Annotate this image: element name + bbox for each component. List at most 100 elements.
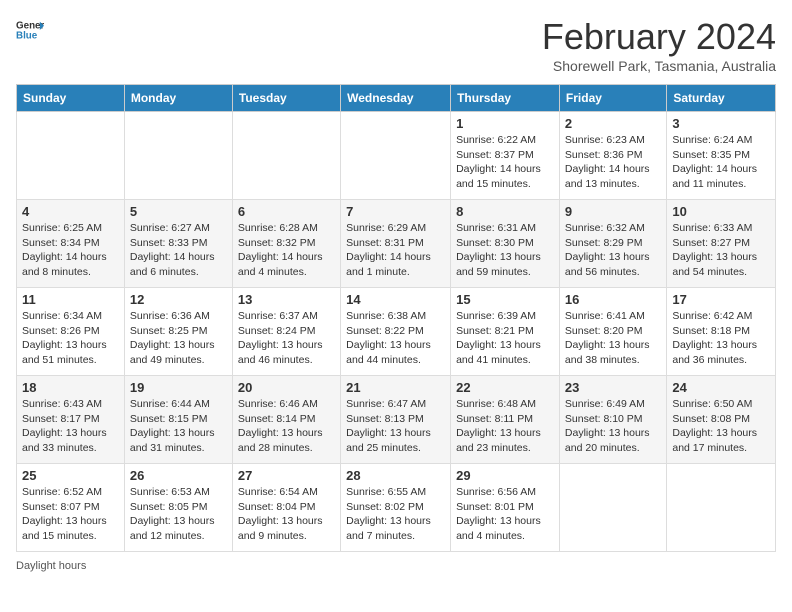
day-info: Sunrise: 6:52 AMSunset: 8:07 PMDaylight:… bbox=[22, 486, 107, 542]
calendar-day-cell bbox=[341, 112, 451, 200]
day-number: 16 bbox=[565, 292, 661, 307]
logo: General Blue bbox=[16, 16, 44, 44]
day-number: 4 bbox=[22, 204, 119, 219]
calendar-day-cell bbox=[17, 112, 125, 200]
day-number: 23 bbox=[565, 380, 661, 395]
logo-icon: General Blue bbox=[16, 16, 44, 44]
calendar-day-cell: 1 Sunrise: 6:22 AMSunset: 8:37 PMDaylight… bbox=[451, 112, 560, 200]
day-info: Sunrise: 6:54 AMSunset: 8:04 PMDaylight:… bbox=[238, 486, 323, 542]
calendar-day-cell: 17Sunrise: 6:42 AMSunset: 8:18 PMDayligh… bbox=[667, 288, 776, 376]
calendar-day-cell: 21 Sunrise: 6:47 AMSunset: 8:13 PMDayligh… bbox=[341, 376, 451, 464]
day-header-row: SundayMondayTuesdayWednesdayThursdayFrid… bbox=[17, 85, 776, 112]
day-info: Sunrise: 6:27 AMSunset: 8:33 PMDaylight:… bbox=[130, 222, 215, 278]
day-number: 1 bbox=[456, 116, 554, 131]
title-block: February 2024 Shorewell Park, Tasmania, … bbox=[542, 16, 776, 74]
calendar-day-cell bbox=[124, 112, 232, 200]
calendar-day-cell: 23 Sunrise: 6:49 AMSunset: 8:10 PMDayligh… bbox=[559, 376, 666, 464]
day-number: 12 bbox=[130, 292, 227, 307]
day-info: Sunrise: 6:53 AMSunset: 8:05 PMDaylight:… bbox=[130, 486, 215, 542]
month-title: February 2024 bbox=[542, 16, 776, 58]
calendar-day-cell: 8Sunrise: 6:31 AMSunset: 8:30 PMDaylight… bbox=[451, 200, 560, 288]
day-number: 25 bbox=[22, 468, 119, 483]
day-info: Sunrise: 6:29 AMSunset: 8:31 PMDaylight:… bbox=[346, 222, 431, 278]
day-info: Sunrise: 6:22 AMSunset: 8:37 PMDaylight:… bbox=[456, 134, 541, 190]
day-of-week-header: Sunday bbox=[17, 85, 125, 112]
calendar-day-cell: 28Sunrise: 6:55 AMSunset: 8:02 PMDayligh… bbox=[341, 464, 451, 552]
day-number: 19 bbox=[130, 380, 227, 395]
calendar-day-cell: 18 Sunrise: 6:43 AMSunset: 8:17 PMDayligh… bbox=[17, 376, 125, 464]
calendar-day-cell: 3Sunrise: 6:24 AMSunset: 8:35 PMDaylight… bbox=[667, 112, 776, 200]
calendar-week-row: 11 Sunrise: 6:34 AMSunset: 8:26 PMDayligh… bbox=[17, 288, 776, 376]
calendar-week-row: 18 Sunrise: 6:43 AMSunset: 8:17 PMDayligh… bbox=[17, 376, 776, 464]
calendar-day-cell: 14 Sunrise: 6:38 AMSunset: 8:22 PMDayligh… bbox=[341, 288, 451, 376]
day-info: Sunrise: 6:34 AMSunset: 8:26 PMDaylight:… bbox=[22, 310, 107, 366]
calendar-day-cell: 13 Sunrise: 6:37 AMSunset: 8:24 PMDayligh… bbox=[232, 288, 340, 376]
day-of-week-header: Wednesday bbox=[341, 85, 451, 112]
page-header: General Blue February 2024 Shorewell Par… bbox=[16, 16, 776, 74]
legend: Daylight hours bbox=[16, 560, 776, 572]
day-number: 3 bbox=[672, 116, 770, 131]
daylight-hours-label: Daylight hours bbox=[16, 560, 86, 572]
calendar-day-cell: 16 Sunrise: 6:41 AMSunset: 8:20 PMDayligh… bbox=[559, 288, 666, 376]
calendar-day-cell: 25 Sunrise: 6:52 AMSunset: 8:07 PMDayligh… bbox=[17, 464, 125, 552]
day-info: Sunrise: 6:41 AMSunset: 8:20 PMDaylight:… bbox=[565, 310, 650, 366]
day-info: Sunrise: 6:46 AMSunset: 8:14 PMDaylight:… bbox=[238, 398, 323, 454]
calendar-day-cell: 4 Sunrise: 6:25 AMSunset: 8:34 PMDaylight… bbox=[17, 200, 125, 288]
day-number: 20 bbox=[238, 380, 335, 395]
day-number: 14 bbox=[346, 292, 445, 307]
day-of-week-header: Tuesday bbox=[232, 85, 340, 112]
calendar-day-cell: 22 Sunrise: 6:48 AMSunset: 8:11 PMDayligh… bbox=[451, 376, 560, 464]
calendar-day-cell: 29Sunrise: 6:56 AMSunset: 8:01 PMDayligh… bbox=[451, 464, 560, 552]
day-number: 11 bbox=[22, 292, 119, 307]
day-info: Sunrise: 6:48 AMSunset: 8:11 PMDaylight:… bbox=[456, 398, 541, 454]
calendar-table: SundayMondayTuesdayWednesdayThursdayFrid… bbox=[16, 84, 776, 552]
calendar-day-cell: 12 Sunrise: 6:36 AMSunset: 8:25 PMDayligh… bbox=[124, 288, 232, 376]
day-info: Sunrise: 6:39 AMSunset: 8:21 PMDaylight:… bbox=[456, 310, 541, 366]
day-number: 6 bbox=[238, 204, 335, 219]
calendar-day-cell: 26Sunrise: 6:53 AMSunset: 8:05 PMDayligh… bbox=[124, 464, 232, 552]
day-info: Sunrise: 6:38 AMSunset: 8:22 PMDaylight:… bbox=[346, 310, 431, 366]
calendar-week-row: 4 Sunrise: 6:25 AMSunset: 8:34 PMDaylight… bbox=[17, 200, 776, 288]
day-number: 27 bbox=[238, 468, 335, 483]
day-info: Sunrise: 6:49 AMSunset: 8:10 PMDaylight:… bbox=[565, 398, 650, 454]
day-info: Sunrise: 6:43 AMSunset: 8:17 PMDaylight:… bbox=[22, 398, 107, 454]
calendar-day-cell: 11 Sunrise: 6:34 AMSunset: 8:26 PMDayligh… bbox=[17, 288, 125, 376]
day-number: 15 bbox=[456, 292, 554, 307]
calendar-day-cell: 15 Sunrise: 6:39 AMSunset: 8:21 PMDayligh… bbox=[451, 288, 560, 376]
calendar-day-cell bbox=[667, 464, 776, 552]
day-info: Sunrise: 6:47 AMSunset: 8:13 PMDaylight:… bbox=[346, 398, 431, 454]
day-number: 18 bbox=[22, 380, 119, 395]
day-number: 10 bbox=[672, 204, 770, 219]
day-of-week-header: Saturday bbox=[667, 85, 776, 112]
day-info: Sunrise: 6:25 AMSunset: 8:34 PMDaylight:… bbox=[22, 222, 107, 278]
day-info: Sunrise: 6:55 AMSunset: 8:02 PMDaylight:… bbox=[346, 486, 431, 542]
calendar-day-cell: 6 Sunrise: 6:28 AMSunset: 8:32 PMDaylight… bbox=[232, 200, 340, 288]
day-of-week-header: Friday bbox=[559, 85, 666, 112]
calendar-day-cell: 5 Sunrise: 6:27 AMSunset: 8:33 PMDaylight… bbox=[124, 200, 232, 288]
day-info: Sunrise: 6:32 AMSunset: 8:29 PMDaylight:… bbox=[565, 222, 650, 278]
calendar-day-cell: 27 Sunrise: 6:54 AMSunset: 8:04 PMDayligh… bbox=[232, 464, 340, 552]
day-number: 5 bbox=[130, 204, 227, 219]
location-subtitle: Shorewell Park, Tasmania, Australia bbox=[542, 58, 776, 74]
day-info: Sunrise: 6:36 AMSunset: 8:25 PMDaylight:… bbox=[130, 310, 215, 366]
day-number: 7 bbox=[346, 204, 445, 219]
day-number: 8 bbox=[456, 204, 554, 219]
day-number: 13 bbox=[238, 292, 335, 307]
day-number: 24 bbox=[672, 380, 770, 395]
calendar-day-cell: 9 Sunrise: 6:32 AMSunset: 8:29 PMDaylight… bbox=[559, 200, 666, 288]
calendar-week-row: 25 Sunrise: 6:52 AMSunset: 8:07 PMDayligh… bbox=[17, 464, 776, 552]
calendar-day-cell: 2Sunrise: 6:23 AMSunset: 8:36 PMDaylight… bbox=[559, 112, 666, 200]
day-info: Sunrise: 6:50 AMSunset: 8:08 PMDaylight:… bbox=[672, 398, 757, 454]
day-of-week-header: Monday bbox=[124, 85, 232, 112]
day-info: Sunrise: 6:37 AMSunset: 8:24 PMDaylight:… bbox=[238, 310, 323, 366]
day-info: Sunrise: 6:28 AMSunset: 8:32 PMDaylight:… bbox=[238, 222, 323, 278]
day-info: Sunrise: 6:42 AMSunset: 8:18 PMDaylight:… bbox=[672, 310, 757, 366]
calendar-day-cell: 7 Sunrise: 6:29 AMSunset: 8:31 PMDaylight… bbox=[341, 200, 451, 288]
calendar-day-cell: 24 Sunrise: 6:50 AMSunset: 8:08 PMDayligh… bbox=[667, 376, 776, 464]
day-number: 9 bbox=[565, 204, 661, 219]
day-info: Sunrise: 6:56 AMSunset: 8:01 PMDaylight:… bbox=[456, 486, 541, 542]
day-number: 21 bbox=[346, 380, 445, 395]
calendar-day-cell bbox=[559, 464, 666, 552]
day-info: Sunrise: 6:44 AMSunset: 8:15 PMDaylight:… bbox=[130, 398, 215, 454]
day-number: 22 bbox=[456, 380, 554, 395]
